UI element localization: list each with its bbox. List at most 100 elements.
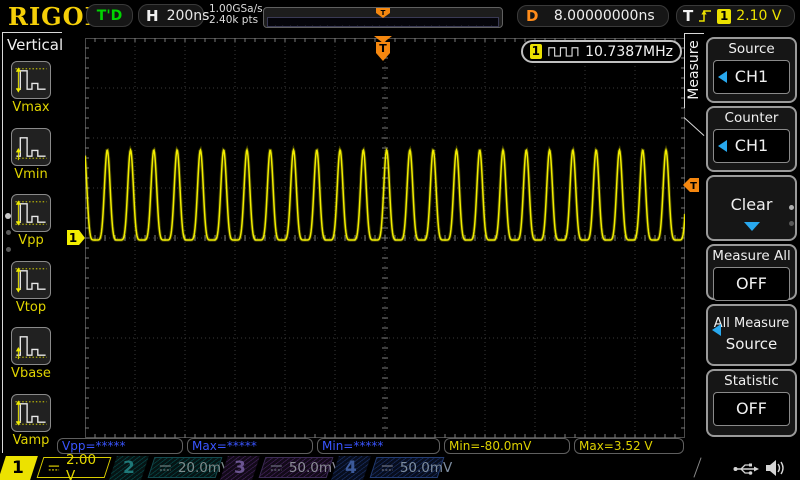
- left-menu-frame-top: [2, 32, 62, 33]
- left-menu-item-label: Vtop: [0, 300, 62, 315]
- menu-button-counter[interactable]: Counter CH1: [706, 106, 797, 172]
- button-label-line1: All Measure: [708, 316, 795, 331]
- button-value: CH1: [713, 129, 790, 163]
- graticule-display[interactable]: [85, 38, 685, 438]
- button-label: Source: [708, 39, 795, 57]
- frequency-counter-badge: 1 10.7387MHz: [521, 40, 682, 63]
- option-arrow-icon: [718, 140, 727, 152]
- trigger-level-marker[interactable]: T: [683, 177, 699, 193]
- button-label-line2: Source: [708, 335, 795, 353]
- coupling-dc-icon: [381, 463, 394, 473]
- measurement-result-2: Max=*****: [187, 438, 313, 454]
- left-menu-item-vpp[interactable]: Vpp: [0, 194, 62, 248]
- scroll-dot: [6, 247, 11, 252]
- usb-icon: [733, 461, 759, 476]
- vamp-icon: [11, 394, 51, 432]
- left-menu-item-vtop[interactable]: Vtop: [0, 261, 62, 315]
- channel-number: 4: [331, 456, 371, 480]
- beeper-icon: [764, 459, 788, 477]
- button-value: CH1: [713, 60, 790, 94]
- button-label: Statistic: [708, 371, 795, 389]
- channel1-ground-marker[interactable]: 1: [67, 230, 85, 246]
- vbase-icon: [11, 327, 51, 365]
- menu-button-all-measure[interactable]: All Measure Source: [706, 304, 797, 366]
- vmin-icon: [11, 128, 51, 166]
- menu-button-source[interactable]: Source CH1: [706, 37, 797, 103]
- delay-value: 8.00000000ns: [554, 8, 655, 24]
- vpp-icon: [11, 194, 51, 232]
- svg-text:T: T: [690, 181, 697, 192]
- menu-button-clear[interactable]: Clear: [706, 175, 797, 241]
- vtop-icon: [11, 261, 51, 299]
- coupling-dc-icon: [48, 463, 60, 473]
- channel-number: 2: [109, 456, 149, 480]
- option-arrow-icon: [712, 324, 721, 336]
- rising-edge-icon: [698, 8, 712, 24]
- menu-page-dot: [789, 221, 794, 226]
- measurement-result-3: Min=*****: [317, 438, 440, 454]
- left-menu-item-label: Vmax: [0, 100, 62, 115]
- menu-page-dot: [789, 205, 794, 210]
- counter-channel-chip: 1: [530, 44, 542, 59]
- menu-button-statistic[interactable]: Statistic OFF: [706, 369, 797, 437]
- measurement-result-4: Min=-80.0mV: [444, 438, 570, 454]
- left-menu-item-vbase[interactable]: Vbase: [0, 327, 62, 381]
- trigger-status-badge: T'D: [86, 4, 133, 27]
- right-menu-frame-top: [684, 33, 704, 34]
- trigger-badge[interactable]: T 1 2.10 V: [676, 5, 795, 27]
- channel-scale-box: 50.0mV: [370, 457, 445, 478]
- trigger-source-chip: 1: [717, 9, 731, 24]
- left-menu-item-label: Vmin: [0, 167, 62, 182]
- coupling-dc-icon: [270, 463, 283, 473]
- left-menu-title: Vertical: [7, 36, 63, 54]
- button-label: Counter: [708, 108, 795, 126]
- trigger-status-text: T'D: [97, 8, 122, 24]
- trigger-position-marker[interactable]: T: [374, 35, 392, 62]
- button-label: Measure All: [708, 246, 795, 264]
- vmax-icon: [11, 61, 51, 99]
- channel-3-status[interactable]: 3 50.0mV: [222, 456, 333, 480]
- left-menu-item-label: Vpp: [0, 233, 62, 248]
- acquisition-info: 1.00GSa/s 2.40k pts: [209, 4, 263, 26]
- menu-button-measure-all[interactable]: Measure All OFF: [706, 244, 797, 300]
- left-menu-item-vmin[interactable]: Vmin: [0, 128, 62, 182]
- channel-scale-box: 50.0mV: [259, 457, 334, 478]
- counter-value: 10.7387MHz: [585, 44, 673, 60]
- horizontal-label: H: [146, 7, 159, 25]
- svg-text:T: T: [379, 42, 387, 55]
- svg-text:T: T: [381, 9, 386, 17]
- left-menu-item-label: Vbase: [0, 366, 62, 381]
- oscilloscope-screen: RIGOL T'D H 200ns 1.00GSa/s 2.40k pts T …: [0, 0, 800, 480]
- channel-1-status[interactable]: 1 2.00 V: [0, 456, 111, 480]
- trigger-label: T: [683, 7, 693, 25]
- scroll-dot: [6, 230, 11, 235]
- waveform-preview-bar[interactable]: T: [263, 7, 503, 28]
- coupling-dc-icon: [159, 463, 172, 473]
- svg-text:1: 1: [69, 231, 77, 245]
- horizontal-timebase-badge[interactable]: H 200ns: [138, 4, 204, 27]
- memory-waveform-icon: [268, 25, 498, 27]
- timebase-value: 200ns: [167, 8, 210, 24]
- button-label: Clear: [708, 195, 795, 214]
- left-menu-item-label: Vamp: [0, 433, 62, 448]
- channel-number: 1: [0, 456, 38, 480]
- dropdown-arrow-icon: [744, 222, 760, 231]
- option-arrow-icon: [718, 71, 727, 83]
- scroll-dot: [5, 213, 11, 219]
- square-wave-icon: [548, 45, 580, 58]
- channel-2-status[interactable]: 2 20.0mV: [111, 456, 222, 480]
- delay-badge[interactable]: D 8.00000000ns: [517, 5, 669, 27]
- measurement-result-5: Max=3.52 V: [574, 438, 684, 454]
- channel-status-bar: 1 2.00 V 2: [0, 456, 800, 480]
- trigger-level-value: 2.10 V: [736, 8, 781, 24]
- right-menu-frame-side: [684, 33, 685, 108]
- channel-number: 3: [220, 456, 260, 480]
- channel-4-status[interactable]: 4 50.0mV: [333, 456, 444, 480]
- trigger-position-mini-marker[interactable]: T: [376, 8, 391, 18]
- channel-scale-box: 2.00 V: [37, 457, 112, 478]
- memory-waveform-strip: [267, 17, 499, 27]
- left-menu-item-vamp[interactable]: Vamp: [0, 394, 62, 448]
- button-value: OFF: [713, 392, 790, 426]
- button-value: OFF: [713, 267, 790, 301]
- left-menu-item-vmax[interactable]: Vmax: [0, 61, 62, 115]
